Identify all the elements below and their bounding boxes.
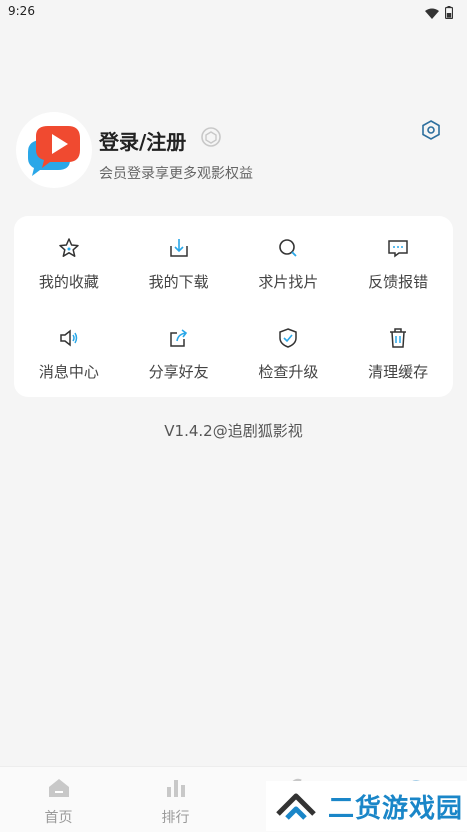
- menu-item-favorites[interactable]: 我的收藏: [14, 216, 124, 306]
- function-card: 我的收藏 我的下载 求片找片 反馈报错 消息中心 分享好友 检查升级 清理缓存: [14, 216, 453, 397]
- status-icons: [425, 4, 454, 23]
- search-icon: [276, 236, 300, 260]
- home-icon: [47, 777, 71, 803]
- status-time: 9:26: [8, 4, 35, 18]
- menu-item-label: 求片找片: [258, 273, 319, 291]
- star-icon: [57, 236, 81, 260]
- menu-item-feedback[interactable]: 反馈报错: [343, 216, 453, 306]
- watermark-text: 二货游戏园: [328, 793, 464, 824]
- menu-item-label: 我的下载: [148, 273, 209, 291]
- menu-item-share[interactable]: 分享好友: [124, 306, 234, 397]
- rank-icon: [164, 777, 188, 803]
- menu-item-label: 我的收藏: [38, 273, 99, 291]
- menu-item-label: 反馈报错: [368, 273, 429, 291]
- watermark-logo-icon: [266, 784, 318, 828]
- battery-icon: [444, 4, 454, 23]
- settings-gear-icon[interactable]: [420, 119, 442, 145]
- menu-item-label: 检查升级: [258, 363, 319, 381]
- tab-label: 排行: [161, 810, 190, 826]
- trash-icon: [386, 326, 410, 350]
- wifi-icon: [425, 4, 439, 23]
- menu-item-label: 清理缓存: [368, 363, 429, 381]
- login-subtitle: 会员登录享更多观影权益: [99, 166, 253, 182]
- profile-header[interactable]: 登录/注册 会员登录享更多观影权益: [14, 112, 454, 192]
- share-icon: [167, 326, 191, 350]
- shield-check-icon: [276, 326, 300, 350]
- version-text: V1.4.2@追剧狐影视: [164, 422, 303, 440]
- tab-home[interactable]: 首页: [0, 767, 117, 832]
- tab-label: 首页: [44, 810, 73, 826]
- menu-item-messages[interactable]: 消息中心: [14, 306, 124, 397]
- tab-rank[interactable]: 排行: [117, 767, 234, 832]
- menu-item-downloads[interactable]: 我的下载: [124, 216, 234, 306]
- speaker-icon: [57, 326, 81, 350]
- app-logo-avatar[interactable]: [16, 112, 92, 188]
- login-register-link[interactable]: 登录/注册: [99, 126, 186, 155]
- menu-item-clear-cache[interactable]: 清理缓存: [343, 306, 453, 397]
- download-icon: [167, 236, 191, 260]
- menu-item-request[interactable]: 求片找片: [234, 216, 344, 306]
- feedback-icon: [386, 236, 410, 260]
- watermark: 二货游戏园: [266, 781, 467, 831]
- vip-badge-icon: [200, 126, 222, 152]
- menu-item-update[interactable]: 检查升级: [234, 306, 344, 397]
- menu-item-label: 消息中心: [38, 363, 99, 381]
- function-grid: 我的收藏 我的下载 求片找片 反馈报错 消息中心 分享好友 检查升级 清理缓存: [14, 216, 453, 397]
- status-bar: 9:26: [0, 0, 467, 22]
- menu-item-label: 分享好友: [148, 363, 209, 381]
